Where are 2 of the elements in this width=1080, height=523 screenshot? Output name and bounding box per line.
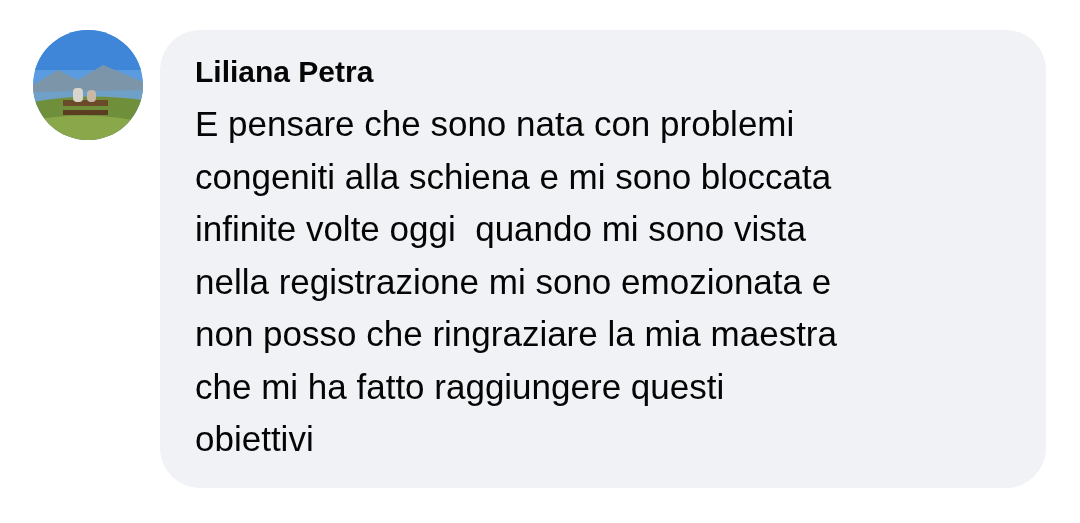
- author-name[interactable]: Liliana Petra: [195, 52, 374, 92]
- comment-text: E pensare che sono nata con problemi congeniti alla schiena e mi sono bloccata infinite volte oggi quando mi sono vista nella registrazione mi sono emozionata e non posso che ringraziare la mia maestra che mi ha fatto raggiungere questi obiettivi: [195, 103, 837, 460]
